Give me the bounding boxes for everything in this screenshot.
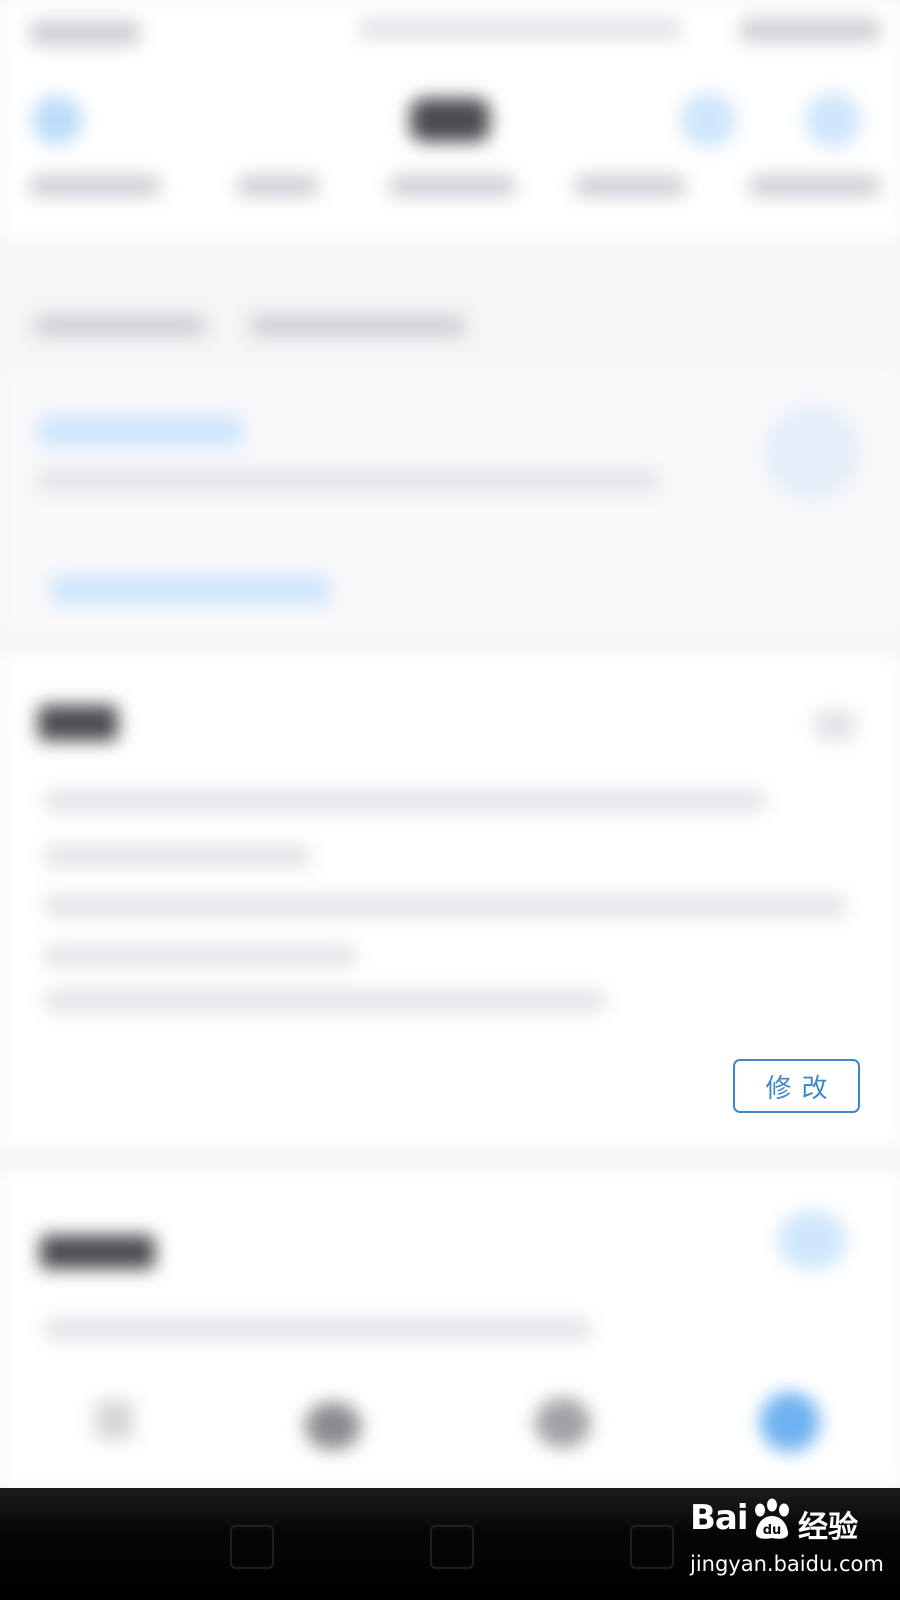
info-link[interactable]	[50, 575, 330, 605]
watermark-url: jingyan.baidu.com	[690, 1552, 884, 1576]
lower-action-icon[interactable]	[778, 1210, 846, 1270]
header-title-block	[410, 98, 490, 142]
tab-4[interactable]	[575, 175, 685, 197]
detail-line-4	[45, 945, 355, 967]
section-divider	[0, 1150, 900, 1168]
header-icon-2[interactable]	[680, 92, 736, 148]
subtitle-2	[250, 315, 465, 337]
bottom-tab-1-icon[interactable]	[95, 1400, 133, 1440]
detail-more-icon[interactable]	[815, 710, 855, 740]
bottom-tab-4-icon[interactable]	[760, 1392, 820, 1452]
bottom-tab-3-icon[interactable]	[535, 1398, 591, 1448]
watermark-brand-cn: 经验	[798, 1510, 858, 1545]
recent-key-icon[interactable]	[630, 1525, 674, 1569]
detail-line-5	[45, 990, 605, 1012]
header-icon-1[interactable]	[32, 95, 82, 145]
modify-button[interactable]: 修改	[733, 1059, 860, 1113]
home-key-icon[interactable]	[430, 1525, 474, 1569]
bottom-tab-2-icon[interactable]	[305, 1402, 361, 1450]
tab-5[interactable]	[750, 175, 880, 197]
lower-text-line	[45, 1318, 590, 1340]
status-bar-left	[30, 20, 140, 46]
tab-2[interactable]	[238, 175, 318, 197]
status-bar-time	[740, 18, 880, 42]
tab-1[interactable]	[30, 175, 160, 197]
svg-text:du: du	[763, 1523, 782, 1538]
header-icon-3[interactable]	[805, 92, 861, 148]
baidu-jingyan-watermark: Bai du 经验 jingyan.baidu.com	[690, 1498, 890, 1588]
paw-icon: du	[755, 1498, 789, 1539]
info-action-icon[interactable]	[765, 405, 860, 500]
subtitle-1	[35, 315, 205, 337]
back-key-icon[interactable]	[230, 1525, 274, 1569]
detail-line-1	[45, 790, 765, 812]
blurred-app-content	[0, 0, 900, 1600]
lower-heading	[40, 1235, 155, 1269]
detail-line-3	[45, 895, 845, 917]
status-bar-right	[360, 18, 680, 40]
tab-3[interactable]	[390, 175, 515, 197]
detail-line-2	[45, 845, 310, 867]
watermark-brand-latin: Bai	[690, 1498, 749, 1538]
info-text-line	[38, 470, 658, 492]
info-tag	[38, 415, 243, 447]
detail-heading	[38, 705, 118, 741]
